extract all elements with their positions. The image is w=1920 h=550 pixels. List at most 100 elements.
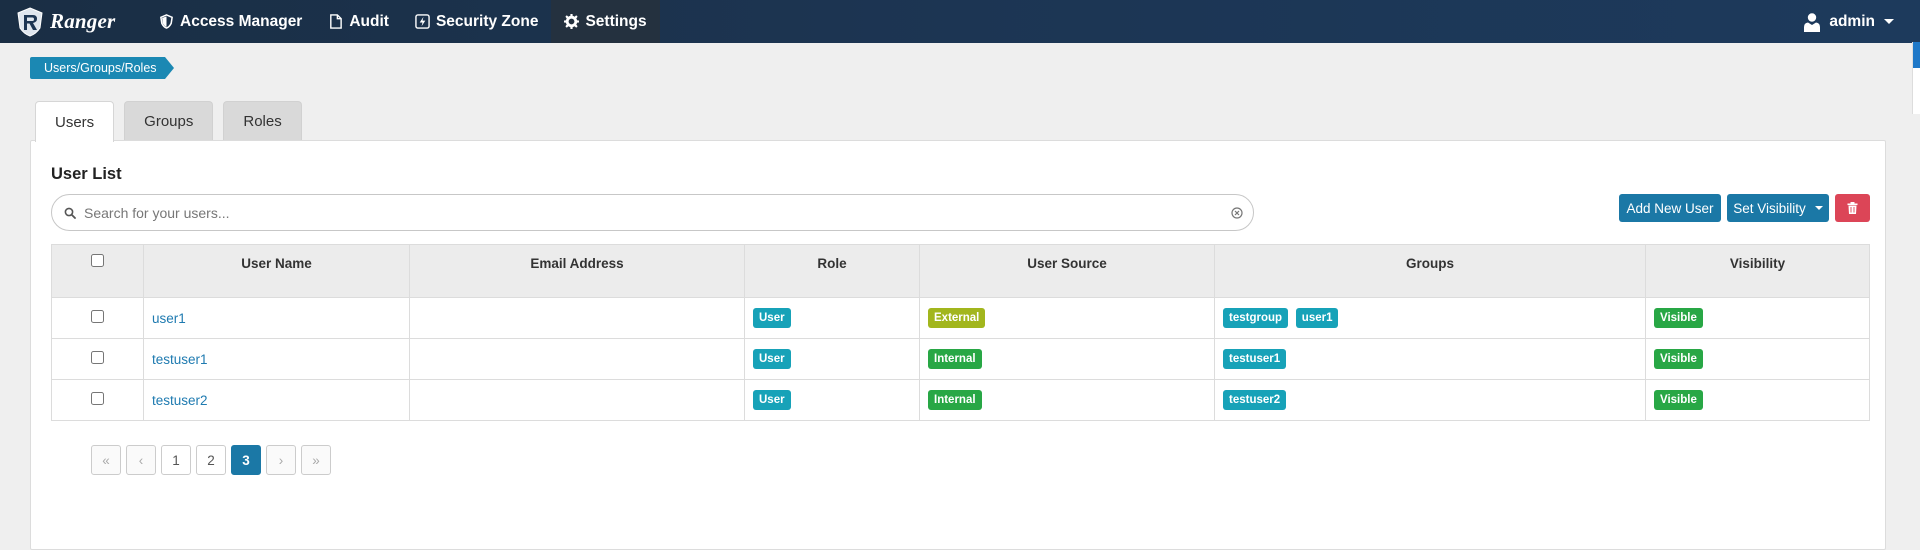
groups-cell: testuser1 (1214, 338, 1646, 380)
nav-settings-label: Settings (585, 12, 647, 30)
col-email-address[interactable]: Email Address (409, 244, 745, 298)
table-row: testuser2 User Internal testuser2 Visibl… (51, 379, 1870, 421)
col-visibility[interactable]: Visibility (1645, 244, 1870, 298)
ranger-logo-icon (17, 6, 43, 37)
table-header-row: User Name Email Address Role User Source… (51, 244, 1870, 298)
nav-security-zone[interactable]: Security Zone (402, 0, 552, 43)
visibility-badge: Visible (1654, 308, 1703, 328)
row-checkbox[interactable] (91, 351, 104, 364)
tab-groups[interactable]: Groups (124, 101, 214, 141)
row-select-cell (51, 338, 144, 380)
role-cell: User (744, 338, 920, 380)
tab-users[interactable]: Users (35, 101, 115, 142)
add-new-user-label: Add New User (1626, 200, 1714, 216)
role-cell: User (744, 379, 920, 421)
col-groups[interactable]: Groups (1214, 244, 1646, 298)
user-name-link[interactable]: testuser1 (152, 352, 208, 367)
user-source-badge: External (928, 308, 986, 328)
select-all-cell (51, 244, 144, 298)
user-name-cell: testuser1 (143, 338, 410, 380)
visibility-badge: Visible (1654, 390, 1703, 410)
role-cell: User (744, 297, 920, 339)
groups-cell: testuser2 (1214, 379, 1646, 421)
group-badge: testgroup (1223, 308, 1289, 328)
role-badge: User (753, 390, 791, 410)
group-badge: testuser2 (1223, 390, 1287, 410)
nav-access-manager-label: Access Manager (180, 12, 303, 30)
email-cell (409, 338, 745, 380)
file-icon (330, 14, 343, 29)
user-name-cell: testuser2 (143, 379, 410, 421)
row-select-cell (51, 379, 144, 421)
first-page-button[interactable]: « (91, 445, 121, 475)
groups-cell: testgroup user1 (1214, 297, 1646, 339)
user-table: User Name Email Address Role User Source… (51, 244, 1870, 421)
visibility-cell: Visible (1645, 379, 1870, 421)
pagination: « ‹ 1 2 3 › » (91, 445, 336, 475)
user-source-cell: Internal (919, 379, 1215, 421)
user-source-cell: External (919, 297, 1215, 339)
user-list-panel: User List Add New User Set Visibility (30, 140, 1886, 550)
user-source-badge: Internal (928, 390, 982, 410)
select-all-checkbox[interactable] (91, 254, 104, 267)
breadcrumb-label: Users/Groups/Roles (44, 61, 157, 75)
visibility-cell: Visible (1645, 297, 1870, 339)
row-checkbox[interactable] (91, 310, 104, 323)
search-input[interactable] (82, 203, 1231, 222)
col-user-name[interactable]: User Name (143, 244, 410, 298)
top-navbar: Ranger Access Manager Audit Security Zon… (0, 0, 1920, 43)
brand-name: Ranger (50, 9, 116, 33)
nav-security-zone-label: Security Zone (435, 12, 539, 30)
prev-page-button[interactable]: ‹ (126, 445, 156, 475)
delete-button[interactable] (1835, 194, 1870, 222)
tab-users-label: Users (55, 113, 95, 131)
group-badge: user1 (1295, 308, 1339, 328)
bolt-icon (415, 14, 430, 29)
chevron-down-icon (1884, 19, 1894, 24)
set-visibility-button[interactable]: Set Visibility (1727, 194, 1829, 222)
nav-audit[interactable]: Audit (315, 0, 402, 43)
user-source-badge: Internal (928, 349, 982, 369)
email-cell (409, 379, 745, 421)
search-box[interactable] (51, 194, 1254, 231)
user-name-cell: user1 (143, 297, 410, 339)
set-visibility-label: Set Visibility (1733, 200, 1806, 216)
tab-roles-label: Roles (243, 113, 282, 130)
page-3-button[interactable]: 3 (231, 445, 261, 475)
table-row: user1 User External testgroup user1 Visi… (51, 297, 1870, 339)
breadcrumb[interactable]: Users/Groups/Roles (30, 57, 174, 79)
page-1-button[interactable]: 1 (161, 445, 191, 475)
trash-icon (1847, 202, 1858, 214)
add-new-user-button[interactable]: Add New User (1619, 194, 1721, 222)
chevron-down-icon (1814, 206, 1823, 210)
tab-bar: Users Groups Roles (35, 101, 312, 142)
row-select-cell (51, 297, 144, 339)
nav-access-manager[interactable]: Access Manager (146, 0, 315, 43)
last-page-button[interactable]: » (301, 445, 331, 475)
user-name-link[interactable]: testuser2 (152, 393, 208, 408)
visibility-badge: Visible (1654, 349, 1703, 369)
tab-groups-label: Groups (144, 113, 194, 130)
user-name-link[interactable]: user1 (152, 311, 186, 326)
page-2-button[interactable]: 2 (196, 445, 226, 475)
gear-icon (564, 14, 580, 29)
user-menu[interactable]: admin (1803, 0, 1894, 43)
col-role[interactable]: Role (744, 244, 920, 298)
group-badge: testuser1 (1223, 349, 1287, 369)
brand[interactable]: Ranger (0, 0, 146, 43)
nav-settings[interactable]: Settings (551, 0, 660, 43)
email-cell (409, 297, 745, 339)
visibility-cell: Visible (1645, 338, 1870, 380)
next-page-button[interactable]: › (266, 445, 296, 475)
row-checkbox[interactable] (91, 392, 104, 405)
edge-scroll-handle[interactable] (1912, 42, 1920, 114)
search-icon (64, 207, 76, 219)
shield-icon (160, 14, 173, 29)
col-user-source[interactable]: User Source (919, 244, 1215, 298)
user-menu-label: admin (1829, 12, 1875, 30)
tab-roles[interactable]: Roles (223, 101, 302, 141)
user-source-cell: Internal (919, 338, 1215, 380)
role-badge: User (753, 308, 791, 328)
nav-audit-label: Audit (349, 12, 389, 30)
clear-icon[interactable] (1231, 206, 1243, 219)
